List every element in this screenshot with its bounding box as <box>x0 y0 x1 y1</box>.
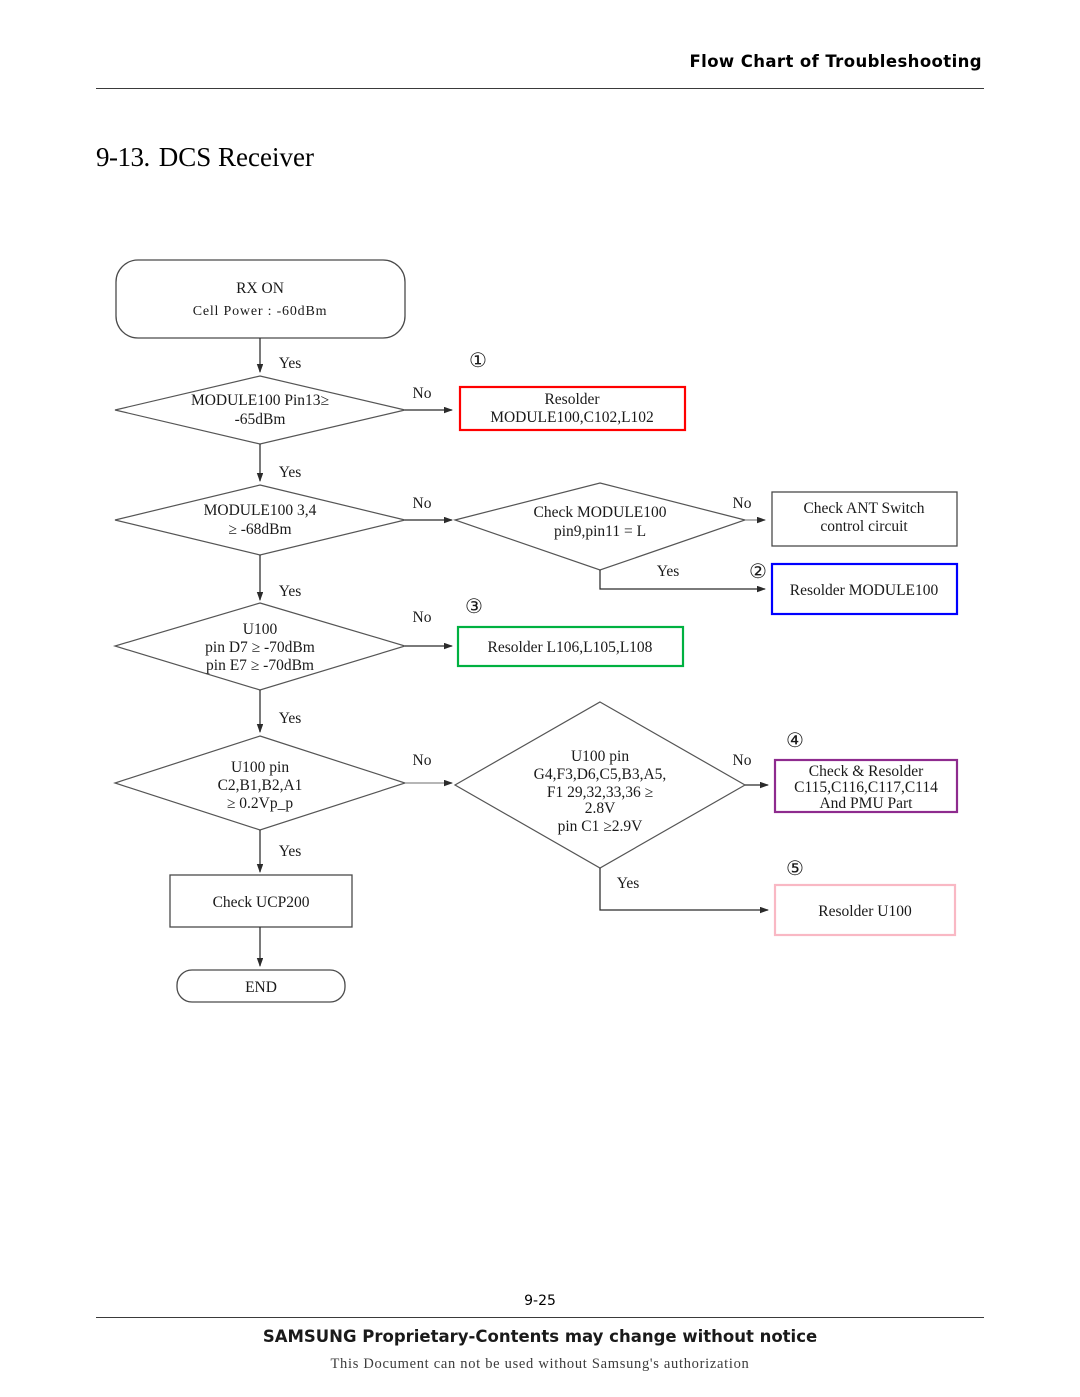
edge-label-yes-d1: Yes <box>279 464 302 481</box>
ant-line1: Check ANT Switch <box>803 500 924 517</box>
node-action-1: Resolder MODULE100,C102,L102 <box>458 385 687 432</box>
d2b-line2: pin9,pin11 = L <box>554 523 646 540</box>
marker-1: ① <box>469 350 487 372</box>
node-action-2: Resolder MODULE100 <box>770 562 959 616</box>
edge-label-yes-start: Yes <box>279 355 302 372</box>
node-start: RX ON Cell Power : -60dBm <box>115 259 406 339</box>
node-action-3: Resolder L106,L105,L108 <box>456 625 685 668</box>
d4-line3: ≥ 0.2Vp_p <box>227 795 293 812</box>
footer-divider <box>96 1317 984 1318</box>
a3-line1: Resolder L106,L105,L108 <box>488 639 653 656</box>
a4-line1: Check & Resolder <box>809 763 924 780</box>
d3-line2: pin D7 ≥ -70dBm <box>205 639 315 656</box>
edge-d2b-yes <box>599 570 766 593</box>
footer-proprietary-notice: SAMSUNG Proprietary-Contents may change … <box>262 1327 818 1346</box>
edge-label-yes-d4: Yes <box>279 843 302 860</box>
marker-3: ③ <box>465 596 483 618</box>
marker-4: ④ <box>786 730 804 752</box>
d4-line1: U100 pin <box>231 759 289 776</box>
edge-label-no-d4: No <box>413 752 432 769</box>
d3-line3: pin E7 ≥ -70dBm <box>206 657 314 674</box>
edge-label-yes-d4b: Yes <box>617 875 640 892</box>
node-decision-2b: Check MODULE100 pin9,pin11 = L <box>452 482 748 571</box>
d4-line2: C2,B1,B2,A1 <box>218 777 303 794</box>
edge-label-yes-d2b: Yes <box>657 563 680 580</box>
a5-line1: Resolder U100 <box>818 903 912 920</box>
node-action-ant-switch: Check ANT Switch control circuit <box>771 491 958 547</box>
node-end: END <box>176 969 346 1003</box>
node-action-5: Resolder U100 <box>773 883 957 937</box>
node-decision-2: MODULE100 3,4 ≥ -68dBm <box>114 484 406 556</box>
marker-2: ② <box>749 561 767 583</box>
d4b-line5: pin C1 ≥2.9V <box>558 818 644 835</box>
node-action-4: Check & Resolder C115,C116,C117,C114 And… <box>773 758 959 814</box>
edge-label-no-d2: No <box>413 495 432 512</box>
d2b-line1: Check MODULE100 <box>533 504 666 521</box>
d4b-line1: U100 pin <box>571 748 629 765</box>
node-decision-3: U100 pin D7 ≥ -70dBm pin E7 ≥ -70dBm <box>112 602 408 691</box>
footer-authorization-notice: This Document can not be used without Sa… <box>330 1356 750 1372</box>
a4-line2: C115,C116,C117,C114 <box>794 779 938 796</box>
a1-line2: MODULE100,C102,L102 <box>490 409 654 426</box>
a2-line1: Resolder MODULE100 <box>790 582 939 599</box>
d4b-line2: G4,F3,D6,C5,B3,A5, <box>534 766 667 783</box>
edge-label-no-d3: No <box>413 609 432 626</box>
end-label: END <box>245 979 277 996</box>
d4b-line4: 2.8V <box>585 800 616 817</box>
marker-5: ⑤ <box>786 858 804 880</box>
a1-line1: Resolder <box>544 391 600 408</box>
d2-line2: ≥ -68dBm <box>228 521 291 538</box>
document-page: Flow Chart of Troubleshooting 9-13. DCS R… <box>0 0 1080 1397</box>
edge-label-yes-d2: Yes <box>279 583 302 600</box>
ant-line2: control circuit <box>820 518 908 535</box>
edge-label-no-d4b: No <box>733 752 752 769</box>
a4-line3: And PMU Part <box>819 795 913 812</box>
node-action-ucp200: Check UCP200 <box>169 874 353 928</box>
edge-label-no-d2b: No <box>733 495 752 512</box>
node-decision-4: U100 pin C2,B1,B2,A1 ≥ 0.2Vp_p <box>113 735 407 831</box>
ucp-line1: Check UCP200 <box>213 894 310 911</box>
edge-label-yes-d3: Yes <box>279 710 302 727</box>
d3-line1: U100 <box>243 621 278 638</box>
troubleshooting-flowchart: RX ON Cell Power : -60dBm Yes MODULE100 … <box>112 259 959 1003</box>
d1-line1: MODULE100 Pin13≥ <box>191 392 329 409</box>
start-line1: RX ON <box>236 280 284 297</box>
node-decision-1: MODULE100 Pin13≥ -65dBm <box>114 375 406 445</box>
d1-line2: -65dBm <box>235 411 286 428</box>
start-line2: Cell Power : -60dBm <box>193 304 328 319</box>
d2-line1: MODULE100 3,4 <box>204 502 317 519</box>
page-number: 9-25 <box>524 1293 556 1309</box>
d4b-line3: F1 29,32,33,36 ≥ <box>547 784 653 801</box>
node-decision-4b: U100 pin G4,F3,D6,C5,B3,A5, F1 29,32,33,… <box>453 701 747 869</box>
edge-label-no-d1: No <box>413 385 432 402</box>
